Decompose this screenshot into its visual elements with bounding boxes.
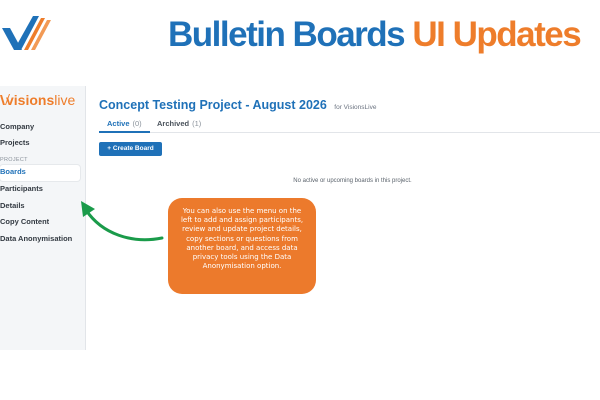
tab-label: Active bbox=[107, 119, 130, 128]
callout-text: You can also use the menu on the left to… bbox=[180, 207, 304, 271]
sidebar-item-boards[interactable]: Boards bbox=[0, 165, 80, 181]
banner-title-part2: UI Updates bbox=[412, 15, 581, 54]
sidebar-item-participants[interactable]: Participants bbox=[0, 182, 43, 196]
tab-active[interactable]: Active (0) bbox=[99, 119, 150, 133]
sidebar-item-label: Boards bbox=[0, 167, 26, 176]
empty-state-message: No active or upcoming boards in this pro… bbox=[293, 178, 412, 184]
sidebar-item-label: Details bbox=[0, 201, 25, 210]
tab-count: (1) bbox=[192, 119, 202, 128]
sidebar-item-company[interactable]: Company bbox=[0, 120, 34, 134]
sidebar-item-label: Data Anonymisation bbox=[0, 234, 73, 243]
sidebar-item-projects[interactable]: Projects bbox=[0, 136, 30, 150]
visionslive-logo-icon bbox=[2, 16, 51, 50]
banner-title: Bulletin Boards UI Updates bbox=[168, 14, 582, 56]
board-tabs: Active (0) Archived (1) bbox=[99, 117, 600, 133]
callout-tooltip: You can also use the menu on the left to… bbox=[168, 198, 316, 294]
create-board-button[interactable]: + Create Board bbox=[99, 142, 162, 156]
banner: Bulletin Boards UI Updates bbox=[0, 0, 600, 72]
project-name: Concept Testing Project - August 2026 bbox=[99, 98, 327, 112]
tab-label: Archived bbox=[157, 119, 190, 128]
sidebar-item-label: Copy Content bbox=[0, 217, 50, 226]
sidebar-section-label: PROJECT bbox=[0, 157, 28, 163]
brand-name: visionslive bbox=[6, 92, 76, 108]
tab-count: (0) bbox=[132, 119, 142, 128]
project-owner: for VisionsLive bbox=[334, 104, 377, 111]
sidebar-item-label: Projects bbox=[0, 138, 30, 147]
page-title: Concept Testing Project - August 2026 fo… bbox=[99, 96, 376, 114]
sidebar-item-label: Company bbox=[0, 122, 35, 131]
sidebar-item-data-anonymisation[interactable]: Data Anonymisation bbox=[0, 232, 72, 246]
tab-archived[interactable]: Archived (1) bbox=[157, 119, 201, 133]
arrow-icon bbox=[81, 201, 164, 242]
sidebar-item-details[interactable]: Details bbox=[0, 199, 25, 213]
banner-title-part1: Bulletin Boards bbox=[168, 15, 406, 54]
sidebar-item-copy-content[interactable]: Copy Content bbox=[0, 215, 49, 229]
sidebar-item-label: Participants bbox=[0, 184, 43, 193]
